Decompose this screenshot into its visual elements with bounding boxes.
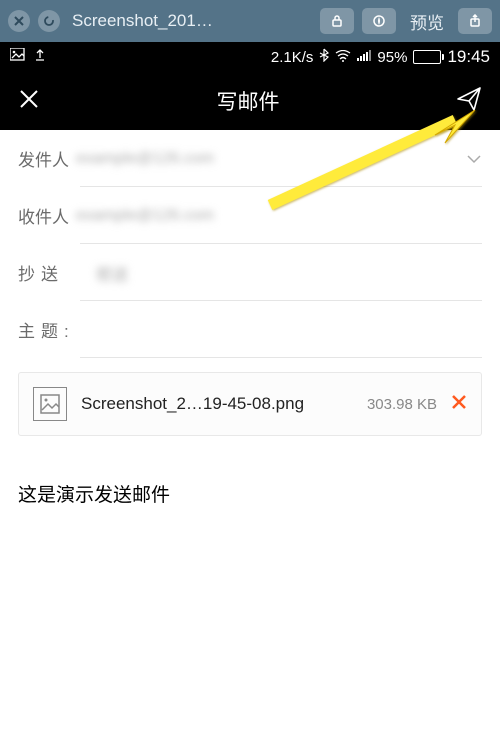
browser-top-bar: Screenshot_201… 预览 (0, 0, 500, 42)
sender-row[interactable]: 发件人 example@126.com (0, 130, 500, 187)
shield-icon[interactable] (362, 8, 396, 34)
browser-tab-title: Screenshot_201… (68, 11, 312, 31)
sender-label: 发件人 (18, 146, 76, 171)
bluetooth-icon (319, 48, 329, 66)
battery-icon (413, 50, 441, 64)
compose-header: 写邮件 (0, 72, 500, 130)
close-button[interactable] (18, 86, 40, 117)
network-speed: 2.1K/s (271, 49, 314, 66)
remove-attachment-icon[interactable] (451, 393, 467, 416)
compose-form: 发件人 example@126.com 收件人 example@126.com … (0, 130, 500, 537)
upload-icon (34, 48, 46, 66)
subject-row[interactable]: 主题: (0, 301, 500, 358)
attachment-chip[interactable]: Screenshot_2…19-45-08.png 303.98 KB (18, 372, 482, 436)
attachment-filename: Screenshot_2…19-45-08.png (81, 394, 353, 414)
close-tab-icon[interactable] (8, 10, 30, 32)
attachment-thumb-icon (33, 387, 67, 421)
wifi-icon (335, 49, 351, 66)
cc-label: 抄送 (18, 260, 96, 285)
image-icon (10, 48, 26, 66)
preview-button[interactable]: 预览 (410, 9, 444, 34)
recipient-row[interactable]: 收件人 example@126.com (0, 187, 500, 244)
share-icon[interactable] (458, 8, 492, 34)
battery-percent: 95% (377, 49, 407, 66)
recipient-label: 收件人 (18, 203, 76, 228)
cc-row[interactable]: 抄送 密送 (0, 244, 500, 301)
refresh-icon[interactable] (38, 10, 60, 32)
signal-icon (357, 49, 371, 66)
page-title: 写邮件 (217, 86, 280, 116)
clock: 19:45 (447, 47, 490, 67)
chevron-down-icon[interactable] (466, 149, 482, 169)
subject-label: 主题: (18, 317, 96, 342)
lock-icon[interactable] (320, 8, 354, 34)
send-button[interactable] (456, 86, 482, 117)
attachment-filesize: 303.98 KB (367, 396, 437, 413)
cc-value: 密送 (96, 261, 482, 285)
recipient-value: example@126.com (76, 207, 482, 225)
sender-value: example@126.com (76, 150, 466, 168)
android-status-bar: 2.1K/s 95% 19:45 (0, 42, 500, 72)
email-body[interactable]: 这是演示发送邮件 (0, 450, 500, 537)
